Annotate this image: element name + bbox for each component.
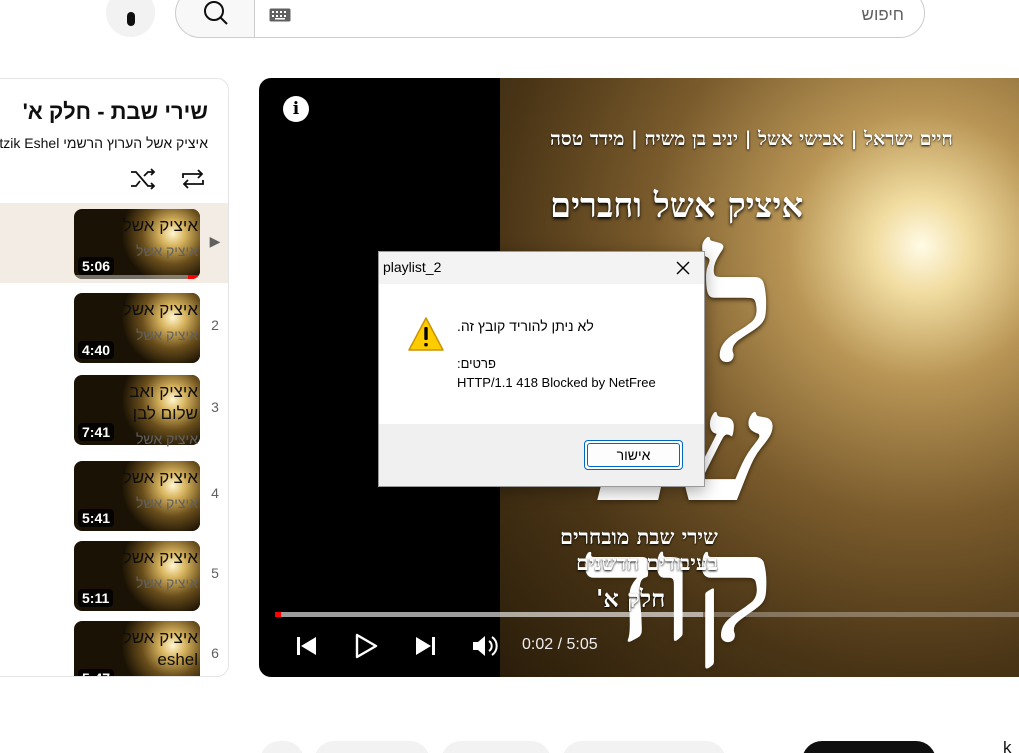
- search-placeholder: חיפוש: [861, 5, 904, 24]
- video-title: איציק אשל: [122, 300, 198, 319]
- item-index: 3: [211, 399, 219, 415]
- now-playing-indicator: ▶: [209, 233, 221, 249]
- buffered-bar: [275, 612, 703, 617]
- video-caption-artists: חיים ישראל | אבישי אשל | יניב בן משיח | …: [550, 128, 953, 150]
- playlist-item[interactable]: 2 4:40 איציק אשל איציק אשל: [0, 287, 228, 367]
- duration-badge: 4:40: [78, 341, 115, 359]
- playlist-title[interactable]: שירי שבת - חלק א': [23, 99, 208, 125]
- item-index: 6: [211, 645, 219, 661]
- skip-next-icon: [416, 637, 435, 655]
- video-title: איציק אשל: [122, 468, 198, 487]
- channel-name: איציק אשל: [136, 495, 198, 511]
- play-icon: [355, 633, 378, 659]
- watch-progress: [74, 275, 200, 279]
- next-button[interactable]: [411, 629, 441, 663]
- playlist-item[interactable]: 3 7:41 איציק ואב שלום לבן איציק אשל: [0, 369, 228, 449]
- duration-badge: 5:11: [78, 589, 114, 607]
- microphone-icon: [126, 11, 135, 26]
- volume-button[interactable]: [469, 629, 501, 663]
- duration-badge: 5:41: [78, 509, 115, 527]
- volume-icon: [473, 636, 498, 656]
- search-input[interactable]: חיפוש: [254, 0, 925, 38]
- dialog-titlebar[interactable]: playlist_2: [379, 252, 704, 284]
- playlist-owner[interactable]: איציק אשל הערוץ הרשמי Itzik Eshel: [0, 135, 208, 151]
- playlist-item[interactable]: ▶ 5:06 איציק אשל איציק אשל: [0, 203, 228, 283]
- subscribe-button[interactable]: [802, 741, 936, 753]
- duration-badge: 5:06: [78, 257, 115, 275]
- video-title: איציק אשל: [122, 628, 198, 647]
- skip-previous-icon: [297, 637, 316, 655]
- dialog-details: HTTP/1.1 418 Blocked by NetFree: [457, 375, 656, 390]
- shuffle-button[interactable]: [129, 165, 157, 193]
- playlist-item[interactable]: 5 5:11 איציק אשל איציק אשל: [0, 535, 228, 615]
- keyboard-icon[interactable]: [269, 8, 291, 22]
- loop-icon: [182, 169, 204, 189]
- video-title-line2: eshel: [157, 650, 198, 669]
- shuffle-icon: [131, 168, 156, 190]
- channel-name: איציק אשל: [136, 327, 198, 343]
- loop-button[interactable]: [179, 165, 207, 193]
- error-dialog: playlist_2 לא ניתן להוריד קובץ זה. פרטים…: [378, 251, 705, 487]
- close-icon: [676, 261, 690, 275]
- video-title: איציק אשל: [122, 548, 198, 567]
- voice-search-button[interactable]: [106, 0, 155, 37]
- previous-button[interactable]: [291, 629, 321, 663]
- video-title: איציק אשל: [122, 216, 198, 235]
- dialog-message: לא ניתן להוריד קובץ זה.: [457, 318, 594, 334]
- item-index: 4: [211, 485, 219, 501]
- info-icon[interactable]: i: [283, 96, 309, 122]
- playlist-panel: שירי שבת - חלק א' איציק אשל הערוץ הרשמי …: [0, 78, 229, 677]
- play-button[interactable]: [351, 629, 381, 663]
- time-display: 0:02 / 5:05: [522, 636, 598, 653]
- video-title: איציק ואב: [129, 382, 198, 401]
- playlist-item[interactable]: 6 5:47 איציק אשל eshel: [0, 615, 228, 676]
- playlist-item[interactable]: 4 5:41 איציק אשל איציק אשל: [0, 455, 228, 535]
- played-bar: [275, 612, 281, 617]
- dialog-details-label: פרטים:: [457, 356, 496, 371]
- action-chip[interactable]: [260, 741, 304, 753]
- warning-icon: [408, 317, 444, 351]
- channel-name: איציק אשל: [136, 431, 198, 447]
- item-index: 2: [211, 317, 219, 333]
- dialog-title: playlist_2: [383, 259, 442, 275]
- item-index: 5: [211, 565, 219, 581]
- search-icon: [203, 1, 228, 25]
- dialog-body: לא ניתן להוריד קובץ זה. פרטים: HTTP/1.1 …: [379, 284, 704, 424]
- ok-button[interactable]: אישור: [584, 440, 683, 470]
- video-title-line2: שלום לבן: [132, 404, 198, 423]
- channel-name: איציק אשל: [136, 575, 198, 591]
- action-chip[interactable]: [562, 741, 726, 753]
- channel-name-peek: k: [1003, 738, 1012, 753]
- search-button[interactable]: [175, 0, 255, 38]
- video-part-label: חלק א': [596, 584, 666, 613]
- video-subtitle: שירי שבת מובחרים בעיבודים חדשנים: [560, 524, 718, 575]
- action-chip[interactable]: [314, 741, 430, 753]
- dialog-close-button[interactable]: [668, 255, 698, 281]
- channel-name: איציק אשל: [136, 243, 198, 259]
- progress-bar[interactable]: [275, 612, 1019, 617]
- action-chip[interactable]: [441, 741, 551, 753]
- screen: חיפוש שירי שבת - חלק א' איציק אשל הערוץ …: [0, 0, 1019, 753]
